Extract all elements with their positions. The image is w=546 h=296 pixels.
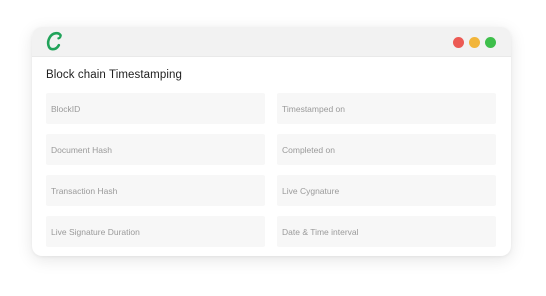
field-placeholder: Live Cygnature [282,185,340,196]
page-title: Block chain Timestamping [46,69,182,81]
timestamped-on-field[interactable]: Timestamped on [277,93,496,124]
field-placeholder: Live Signature Duration [51,226,140,237]
field-placeholder: Timestamped on [282,103,345,114]
fields-grid: BlockID Timestamped on Document Hash Com… [46,93,496,247]
field-placeholder: Transaction Hash [51,185,118,196]
page-background: Block chain Timestamping BlockID Timesta… [0,0,546,296]
title-bar [32,27,511,57]
document-hash-field[interactable]: Document Hash [46,134,265,165]
app-window: Block chain Timestamping BlockID Timesta… [32,27,511,256]
minimize-control[interactable] [469,37,480,48]
maximize-control[interactable] [485,37,496,48]
field-placeholder: Completed on [282,144,335,155]
window-controls [453,37,496,48]
date-time-interval-field[interactable]: Date & Time interval [277,216,496,247]
blockid-field[interactable]: BlockID [46,93,265,124]
live-cygnature-field[interactable]: Live Cygnature [277,175,496,206]
content-area: Block chain Timestamping BlockID Timesta… [32,57,511,256]
field-placeholder: Document Hash [51,144,112,155]
completed-on-field[interactable]: Completed on [277,134,496,165]
field-placeholder: Date & Time interval [282,226,359,237]
close-control[interactable] [453,37,464,48]
live-signature-duration-field[interactable]: Live Signature Duration [46,216,265,247]
c-logo-icon [46,31,62,51]
field-placeholder: BlockID [51,103,81,114]
transaction-hash-field[interactable]: Transaction Hash [46,175,265,206]
